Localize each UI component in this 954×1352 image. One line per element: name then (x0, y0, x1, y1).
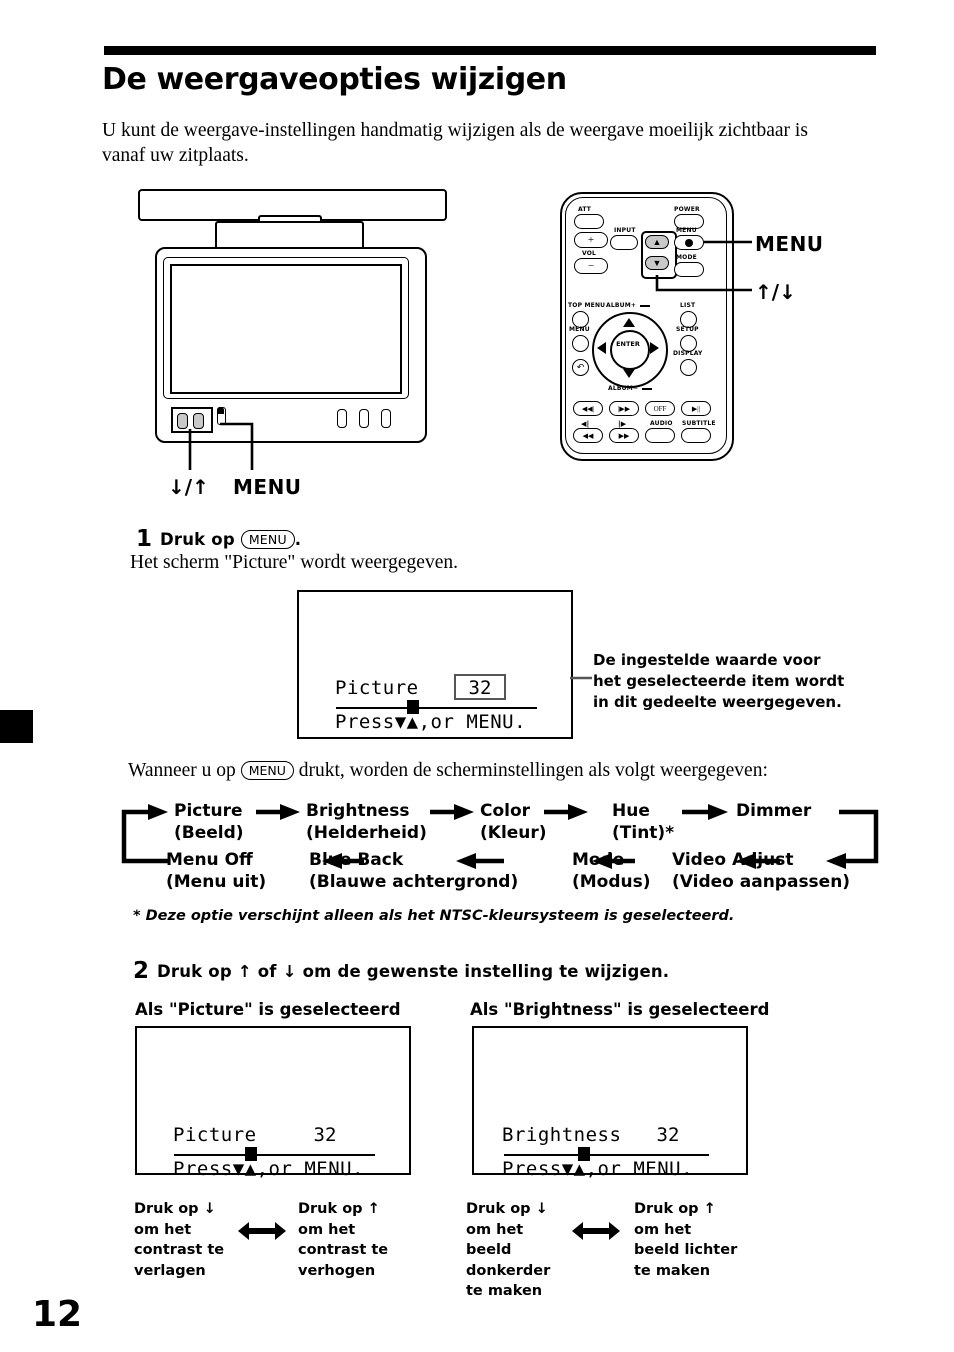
header-rule (104, 46, 876, 55)
caption-brightness-decrease: Druk op ↓ om het beeld donkerder te make… (466, 1201, 551, 1299)
double-arrow-icon-1 (238, 1222, 286, 1240)
flow-intro-after: drukt, worden de scherminstellingen als … (298, 760, 768, 781)
step-1-number: 1 (136, 526, 153, 552)
flow-item-blue-back-nl: (Blauwe achtergrond) (309, 872, 519, 892)
flow-item-brightness: Brightness (Helderheid) (306, 800, 427, 844)
flow-item-picture-nl: (Beeld) (174, 823, 244, 843)
remote-menu-callout: MENU (755, 232, 824, 256)
step-1-subtext: Het scherm "Picture" wordt weergegeven. (130, 552, 458, 573)
flow-item-picture: Picture (Beeld) (174, 800, 244, 844)
step-1-suffix: . (294, 530, 302, 549)
page-number: 12 (32, 1294, 83, 1335)
flow-item-menu-off-en: Menu Off (166, 850, 253, 870)
flow-item-blue-back-en: Blue Back (309, 850, 404, 870)
flow-footnote: * Deze optie verschijnt alleen als het N… (133, 908, 735, 924)
step-2-heading: Druk op ↑ of ↓ om de gewenste instelling… (157, 962, 670, 981)
intro-paragraph: U kunt de weergave-instellingen handmati… (102, 120, 808, 166)
monitor-updown-label: ↓/↑ (168, 475, 209, 499)
flow-item-color: Color (Kleur) (480, 800, 547, 844)
flow-item-picture-en: Picture (174, 801, 243, 821)
remote-updown-callout: ↑/↓ (755, 280, 796, 304)
monitor-leader-lines (188, 422, 254, 470)
step-2-number: 2 (133, 958, 150, 984)
osd2-value: 32 (313, 1124, 337, 1146)
osd1-value: 32 (468, 677, 492, 699)
osd3-item-label: Brightness (502, 1124, 622, 1146)
osd-screen-picture-adjust: Picture 32 Press▼▲,or MENU. (135, 1026, 411, 1180)
flow-item-video-adjust: Video Adjust (Video aanpassen) (672, 849, 850, 893)
flow-item-video-adjust-nl: (Video aanpassen) (672, 872, 851, 892)
monitor-menu-label: MENU (233, 475, 302, 499)
osd2-slider-track (174, 1154, 375, 1157)
osd2-hint: Press▼▲,or MENU. (173, 1158, 365, 1180)
flow-item-color-en: Color (480, 801, 531, 821)
flow-item-brightness-nl: (Helderheid) (306, 823, 427, 843)
flow-item-blue-back: Blue Back (Blauwe achtergrond) (309, 849, 518, 893)
flow-item-hue-nl: (Tint)* (612, 823, 675, 843)
flow-item-color-nl: (Kleur) (480, 823, 547, 843)
menu-cycle-flowchart: Picture (Beeld) Brightness (Helderheid) … (104, 790, 894, 900)
osd1-item-label: Picture (335, 677, 419, 699)
remote-leader-lines (655, 240, 752, 292)
flow-intro-paragraph: Wanneer u op MENU drukt, worden de scher… (128, 760, 768, 782)
osd3-slider-track (504, 1154, 709, 1157)
flow-item-menu-off: Menu Off (Menu uit) (166, 849, 266, 893)
flow-item-dimmer-en: Dimmer (736, 801, 812, 821)
caption-brightness-increase: Druk op ↑ om het beeld lichter te maken (634, 1201, 738, 1279)
osd1-slider-track (336, 707, 537, 710)
menu-key-pill[interactable]: MENU (240, 530, 295, 549)
osd3-value: 32 (656, 1124, 680, 1146)
flow-item-mode: Mode (Modus) (572, 849, 651, 893)
osd-screen-picture-initial: Picture 32 Press▼▲,or MENU. (297, 590, 573, 739)
flow-item-dimmer: Dimmer (736, 800, 811, 822)
double-arrow-icon-2 (572, 1222, 620, 1240)
flow-item-hue: Hue (Tint)* (612, 800, 674, 844)
subheading-brightness-selected: Als "Brightness" is geselecteerd (470, 1000, 770, 1019)
flow-item-video-adjust-en: Video Adjust (672, 850, 794, 870)
flow-menu-key-pill[interactable]: MENU (240, 761, 294, 780)
monitor-illustration: ↓/↑ MENU (130, 185, 465, 505)
osd1-hint: Press▼▲,or MENU. (335, 711, 527, 733)
remote-illustration: ATT POWER INPUT ▲ ▼ MENU + VOL − MODE TO… (552, 190, 882, 480)
osd3-hint: Press▼▲,or MENU. (502, 1158, 694, 1180)
flow-item-mode-nl: (Modus) (572, 872, 651, 892)
callout-value-description: De ingestelde waarde voor het geselectee… (593, 651, 845, 711)
flow-item-mode-en: Mode (572, 850, 625, 870)
caption-contrast-decrease: Druk op ↓ om het contrast te verlagen (134, 1201, 225, 1279)
flow-item-brightness-en: Brightness (306, 801, 410, 821)
caption-contrast-increase: Druk op ↑ om het contrast te verhogen (298, 1201, 389, 1279)
flow-intro-before: Wanneer u op (128, 760, 236, 781)
flow-item-hue-en: Hue (612, 801, 650, 821)
flow-item-menu-off-nl: (Menu uit) (166, 872, 267, 892)
osd-screen-brightness-adjust: Brightness 32 Press▼▲,or MENU. (472, 1026, 748, 1180)
chapter-tab-marker (0, 710, 33, 743)
osd2-item-label: Picture (173, 1124, 257, 1146)
step-1-heading: Druk op MENU. (160, 530, 301, 549)
step-1-prefix: Druk op (160, 530, 235, 549)
subheading-picture-selected: Als "Picture" is geselecteerd (135, 1000, 401, 1019)
page-title: De weergaveopties wijzigen (102, 62, 567, 97)
